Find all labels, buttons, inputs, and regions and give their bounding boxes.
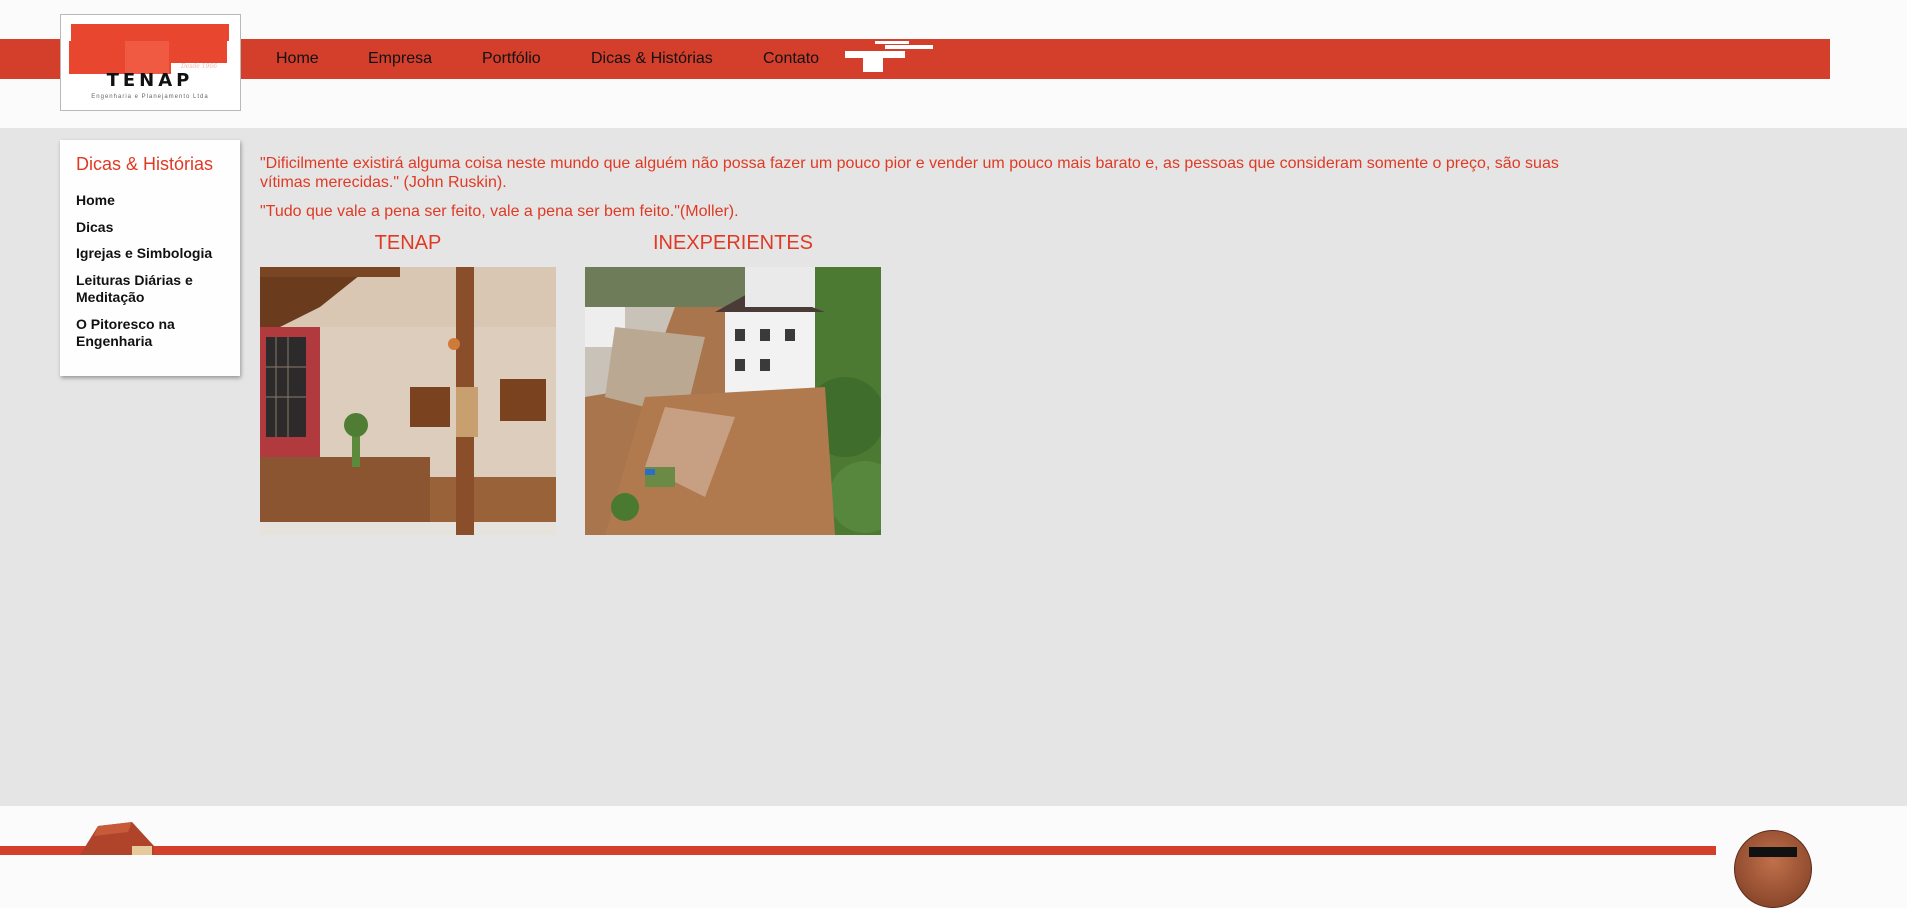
house-roof-icon bbox=[80, 822, 154, 855]
photo-chapel-interior[interactable] bbox=[260, 267, 556, 535]
nav-portfolio-link[interactable]: Portfólio bbox=[482, 39, 541, 79]
site-header: Home Empresa Portfólio Dicas & Histórias… bbox=[0, 0, 1907, 128]
nav-home-link[interactable]: Home bbox=[276, 39, 319, 79]
sidebar-item-pitoresco-engenharia[interactable]: O Pitoresco na Engenharia bbox=[76, 316, 226, 350]
round-emblem-icon bbox=[1734, 830, 1812, 908]
logo-subtitle: Engenharia e Planejamento Ltda bbox=[91, 94, 209, 100]
nav-contato-link[interactable]: Contato bbox=[763, 39, 819, 79]
gallery-caption-inexperientes[interactable]: INEXPERIENTES bbox=[585, 232, 881, 255]
tenap-logo[interactable]: Desde 1966 TENAP Engenharia e Planejamen… bbox=[60, 14, 241, 111]
emblem-bar-shape bbox=[1749, 847, 1797, 857]
logo-wordmark: TENAP bbox=[106, 70, 194, 91]
sidebar-title: Dicas & Histórias bbox=[76, 154, 214, 174]
sidebar-panel: Dicas & Histórias Home Dicas Igrejas e S… bbox=[60, 140, 240, 376]
sidebar-item-home[interactable]: Home bbox=[76, 192, 226, 209]
quote-moller: "Tudo que vale a pena ser feito, vale a … bbox=[260, 203, 739, 220]
sidebar-item-leituras-diarias[interactable]: Leituras Diárias e Meditação bbox=[76, 272, 226, 306]
photo-landslide[interactable] bbox=[585, 267, 881, 535]
logo-since-text: Desde 1966 bbox=[181, 63, 218, 70]
nav-t-emblem-icon bbox=[845, 41, 933, 72]
gallery-caption-tenap[interactable]: TENAP bbox=[260, 232, 556, 255]
footer-bar bbox=[0, 846, 1716, 855]
nav-empresa-link[interactable]: Empresa bbox=[368, 39, 432, 79]
sidebar-item-dicas[interactable]: Dicas bbox=[76, 219, 226, 236]
nav-dicas-historias-link[interactable]: Dicas & Histórias bbox=[591, 39, 713, 79]
main-navigation: Home Empresa Portfólio Dicas & Histórias… bbox=[0, 39, 1830, 79]
sidebar-item-igrejas-simbologia[interactable]: Igrejas e Simbologia bbox=[76, 245, 226, 262]
quote-ruskin: "Dificilmente existirá alguma coisa nest… bbox=[260, 155, 1559, 191]
